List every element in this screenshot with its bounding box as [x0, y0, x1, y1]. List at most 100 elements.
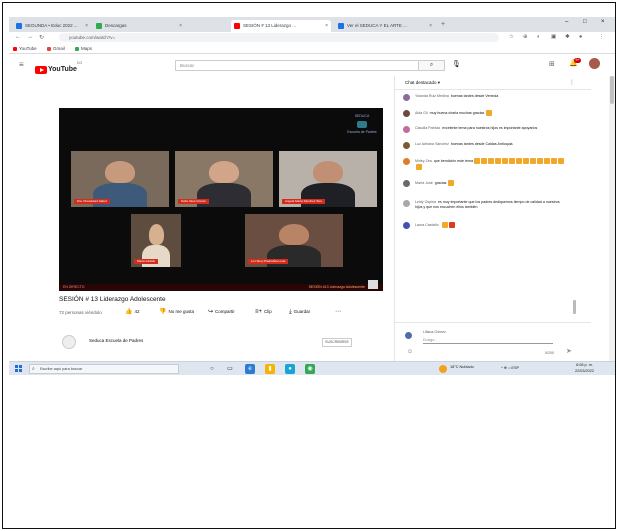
hamburger-menu-icon[interactable]: ≡ — [19, 60, 24, 69]
participant-face — [279, 223, 309, 245]
puzzle-icon[interactable]: ✱ — [565, 34, 570, 40]
browser-tab[interactable]: Ver el SEDUCA Y EL ARTE ... × — [335, 20, 435, 32]
chat-message-body: Leidy Ospina es muy importante que los pa… — [415, 200, 565, 210]
emoji-icon — [509, 158, 516, 164]
bookmark-star-icon[interactable]: ☆ — [509, 34, 514, 40]
chat-more-icon[interactable]: ⋮ — [569, 76, 575, 90]
close-icon[interactable]: × — [325, 20, 328, 32]
watermark-line-2: Escuela de Padres — [347, 129, 377, 134]
search-icon: ⌕ — [32, 366, 35, 372]
participant-face — [148, 223, 164, 245]
emoji-icon — [485, 110, 492, 116]
subscribe-button[interactable]: SUSCRIBIRSE — [322, 338, 352, 347]
more-actions-button[interactable]: ⋯ — [335, 306, 343, 318]
extension-icon[interactable]: ◐ — [537, 34, 540, 40]
search-button[interactable]: ⌕ — [419, 60, 445, 71]
taskbar-clock[interactable]: 6:08 p. m. 22/03/2022 — [575, 363, 594, 374]
like-count: 42 — [134, 309, 140, 314]
screenshot-frame: SEGUNDA • Educ 2022 ... × Descargas × SE… — [2, 2, 616, 529]
address-bar-row: ← → ↻ youtube.com/watch?v= ☆ ⊕ ◐ ▣ ✱ ● ⋮ — [9, 32, 615, 44]
chat-input[interactable]: Di algo... — [423, 338, 553, 344]
clock-date: 22/03/2022 — [575, 368, 595, 373]
chat-scrollbar[interactable] — [573, 300, 576, 314]
profile-icon[interactable]: ● — [579, 34, 582, 40]
watermark-line-1: SEDUCA — [354, 114, 370, 118]
bookmark-item[interactable]: Gmail — [47, 44, 65, 54]
create-video-icon[interactable]: ⊞ — [549, 60, 555, 68]
emoji-icon — [558, 158, 565, 164]
channel-name[interactable]: Seduca Escuela de Padres — [89, 338, 143, 343]
like-button[interactable]: 👍 42 — [125, 306, 140, 318]
thumbs-down-icon: 👎 — [159, 309, 167, 315]
search-icon: ⌕ — [429, 62, 434, 68]
chat-mode-label: Chat destacado — [405, 80, 437, 85]
video-title: SESIÓN # 13 Liderazgo Adolescente — [59, 296, 166, 303]
chat-header[interactable]: Chat destacado ▾ ⋮ — [395, 76, 591, 90]
browser-menu-icon[interactable]: ⋮ — [599, 34, 605, 40]
back-icon[interactable]: ← — [15, 34, 21, 40]
new-tab-button[interactable]: + — [441, 20, 445, 30]
logo-country-code: CO — [76, 61, 83, 65]
close-icon[interactable]: × — [429, 20, 432, 32]
taskbar-app-icon[interactable]: ○ — [207, 364, 217, 374]
lower-third-title: SESIÓN #13 Liderazgo Adolescente — [308, 285, 365, 289]
weather-icon[interactable] — [439, 365, 447, 373]
weather-text[interactable]: 18°C Nublado — [450, 365, 474, 369]
extension-icon[interactable]: ⊕ — [523, 34, 528, 40]
emoji-picker-icon[interactable]: ☺ — [407, 349, 413, 355]
chat-message-body: Laura Castaño — [415, 222, 565, 228]
reload-icon[interactable]: ↻ — [39, 34, 44, 41]
bookmark-item[interactable]: YouTube — [13, 44, 37, 54]
save-button[interactable]: ⤓ Guardar — [289, 306, 310, 318]
window-close-button[interactable]: × — [601, 19, 605, 25]
participant-tile: Sofía Vaca Orozco — [175, 151, 273, 207]
extension-icon[interactable]: ▣ — [551, 34, 556, 40]
url-input[interactable]: youtube.com/watch?v= — [59, 33, 499, 42]
account-avatar[interactable] — [589, 58, 600, 69]
system-tray-icons[interactable]: ^ ⊕ ⌂ ESP — [501, 365, 519, 370]
video-player[interactable]: Dra. Prestadora Salud Sofía Vaca Orozco … — [59, 108, 383, 291]
bookmark-item[interactable]: Maps — [75, 44, 92, 54]
close-icon[interactable]: × — [85, 20, 88, 32]
maximize-button[interactable]: □ — [583, 19, 587, 25]
clip-button[interactable]: ≡+ Clip — [255, 306, 272, 318]
forward-icon[interactable]: → — [27, 34, 33, 40]
minimize-button[interactable]: – — [565, 19, 568, 25]
participant-name: Marta Giraldo — [134, 259, 159, 264]
corner-logo-icon — [368, 280, 378, 289]
chat-author-avatar — [403, 126, 410, 133]
emoji-icon — [495, 158, 502, 164]
share-button[interactable]: ↪ Compartir — [208, 306, 235, 318]
taskbar-app-icon[interactable]: ▮ — [265, 364, 275, 374]
chat-composer: Liliana Gómez Di algo... ☺ 0/200 ➤ — [395, 322, 591, 362]
chat-author-name: Claudia Patricia — [415, 126, 441, 130]
browser-tab[interactable]: SEGUNDA • Educ 2022 ... × — [13, 20, 91, 32]
thumbs-up-icon: 👍 — [125, 309, 133, 315]
channel-watermark: SEDUCA Escuela de Padres — [347, 114, 377, 134]
browser-tab[interactable]: Descargas × — [93, 20, 185, 32]
close-icon[interactable]: × — [179, 20, 182, 32]
dislike-button[interactable]: 👎 No me gusta — [159, 306, 194, 318]
taskbar-app-icon[interactable]: e — [245, 364, 255, 374]
taskbar-app-icon[interactable]: ● — [285, 364, 295, 374]
chat-author-avatar — [403, 142, 410, 149]
send-icon[interactable]: ➤ — [566, 347, 572, 355]
emoji-icon — [488, 158, 495, 164]
youtube-logo[interactable]: YouTubeCO — [35, 61, 83, 74]
taskbar-app-icon[interactable]: ◉ — [305, 364, 315, 374]
emoji-icon — [447, 180, 454, 186]
chat-input-placeholder: Di algo... — [423, 338, 438, 342]
chat-author-avatar — [403, 222, 410, 229]
youtube-header: ≡ YouTubeCO Buscar ⌕ 🎙 ⊞ 🔔 9+ — [9, 54, 615, 76]
channel-avatar[interactable] — [62, 335, 76, 349]
chat-message-body: María José gracias — [415, 180, 565, 186]
windows-start-icon[interactable] — [15, 365, 22, 372]
page-scrollbar[interactable] — [609, 76, 615, 362]
scrollbar-thumb[interactable] — [610, 76, 614, 104]
browser-tab-active[interactable]: SESIÓN # 13 Liderazgo ... × — [231, 20, 331, 32]
search-input[interactable]: Buscar — [175, 60, 419, 71]
taskbar-app-icon[interactable]: ▭ — [225, 364, 235, 374]
microphone-icon[interactable]: 🎙 — [452, 60, 461, 68]
participant-name: Luz Mery Piedrahita Luna — [248, 259, 289, 264]
taskbar-search-input[interactable]: ⌕ Escribe aquí para buscar — [29, 364, 179, 374]
